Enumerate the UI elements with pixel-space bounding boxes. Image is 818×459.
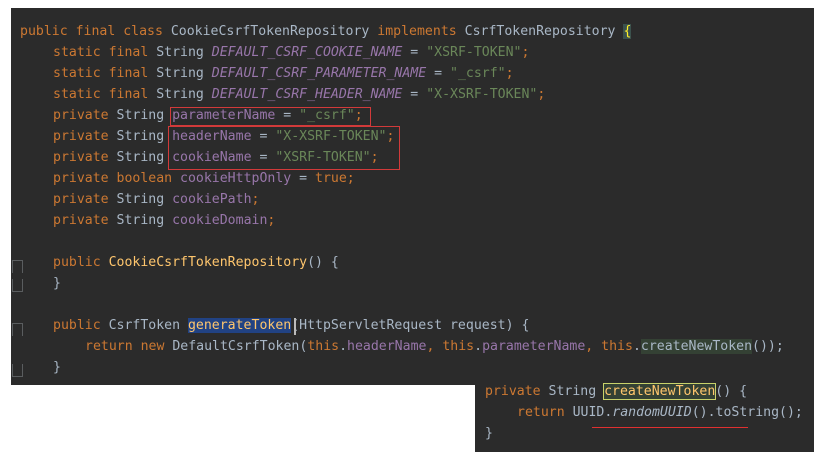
return-line[interactable]: return new DefaultCsrfToken(this.headerN… [85, 336, 784, 357]
matched-brace: { [623, 24, 632, 39]
uuid-underline-annotation [592, 427, 748, 428]
popup-code-line: } [485, 426, 493, 441]
popup-code-line: return UUID.randomUUID().toString(); [517, 405, 803, 420]
popup-code-line: private String createNewToken() { [485, 383, 748, 400]
fold-start-icon[interactable] [12, 260, 23, 273]
generate-token-method-name: generateToken [187, 318, 292, 333]
create-new-token-call: createNewToken [640, 339, 753, 354]
text-caret [294, 318, 296, 335]
fold-start-icon[interactable] [12, 323, 23, 336]
code-line[interactable]: private boolean cookieHttpOnly = true; [53, 168, 355, 189]
constructor-line[interactable]: public CookieCsrfTokenRepository() { [53, 252, 339, 273]
code-line[interactable]: static final String DEFAULT_CSRF_COOKIE_… [53, 42, 529, 63]
code-line[interactable]: private String cookieDomain; [53, 210, 275, 231]
highlight-box-header-cookie-name [168, 126, 400, 170]
code-line[interactable]: static final String DEFAULT_CSRF_HEADER_… [53, 84, 545, 105]
class-declaration-line[interactable]: public final class CookieCsrfTokenReposi… [20, 21, 632, 42]
code-line[interactable]: static final String DEFAULT_CSRF_PARAMET… [53, 63, 514, 84]
code-line[interactable]: } [53, 273, 61, 294]
fold-end-icon[interactable] [12, 279, 23, 292]
method-declaration-line[interactable]: public CsrfToken generateToken(HttpServl… [53, 315, 529, 336]
code-line[interactable]: private String cookiePath; [53, 189, 259, 210]
code-line[interactable]: } [53, 357, 61, 378]
create-new-token-declaration: createNewToken [603, 383, 717, 400]
fold-end-icon[interactable] [12, 364, 23, 377]
highlight-box-parameter-name [170, 107, 371, 126]
